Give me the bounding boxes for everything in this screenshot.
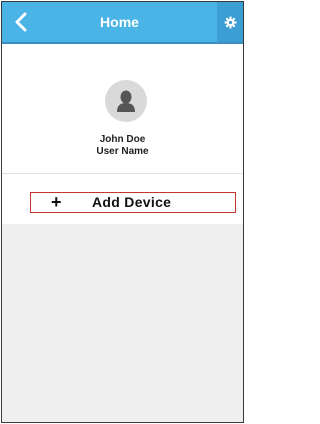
profile-name: John Doe [99, 134, 146, 145]
user-icon [117, 90, 135, 112]
gear-icon [224, 16, 236, 28]
profile-section: John Doe User Name [2, 44, 243, 172]
app-screen: Home John Doe User Name + Add Device [1, 1, 244, 423]
section-divider [2, 173, 243, 174]
add-device-label: Add Device [92, 194, 172, 210]
page-title: Home [100, 14, 139, 30]
header-bar: Home [2, 2, 243, 42]
plus-icon: + [51, 192, 62, 212]
add-device-button[interactable]: + Add Device [30, 192, 236, 213]
avatar[interactable] [105, 80, 147, 122]
profile-username: User Name [96, 146, 149, 157]
settings-button[interactable] [217, 2, 243, 42]
device-list [2, 224, 243, 422]
